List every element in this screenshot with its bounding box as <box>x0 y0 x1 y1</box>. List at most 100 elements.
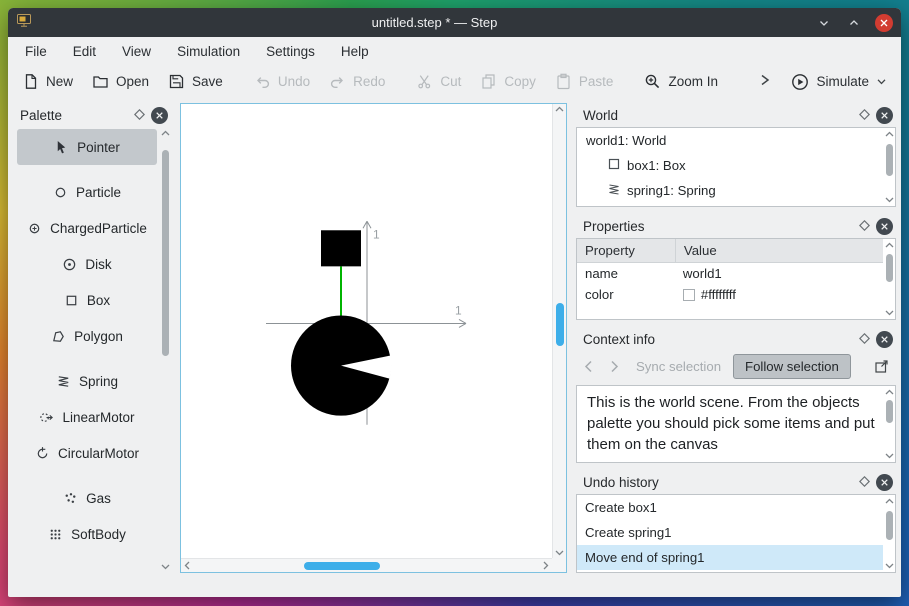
maximize-button[interactable] <box>845 14 863 32</box>
palette-float-icon[interactable] <box>133 108 146 123</box>
palette-item-chargedparticle[interactable]: ChargedParticle <box>17 210 157 246</box>
properties-float-icon[interactable] <box>858 219 871 234</box>
palette-scrollbar[interactable] <box>159 127 171 573</box>
palette-scroll-thumb[interactable] <box>161 149 169 357</box>
scene-canvas[interactable]: 1 1 <box>181 104 552 558</box>
world-close-button[interactable] <box>876 106 893 124</box>
spring-icon <box>608 183 620 198</box>
canvas-horizontal-scrollbar[interactable] <box>181 558 552 572</box>
palette-item-polygon[interactable]: Polygon <box>17 318 157 354</box>
close-button[interactable] <box>875 13 893 32</box>
tree-item-box1[interactable]: box1: Box <box>577 153 883 178</box>
scroll-right-icon <box>543 561 549 570</box>
open-in-browser-icon[interactable] <box>870 355 892 377</box>
open-folder-icon <box>92 73 109 90</box>
gas-icon <box>63 491 78 506</box>
context-scrollbar[interactable] <box>883 386 895 462</box>
palette-panel-header: Palette <box>13 103 171 127</box>
menu-simulation[interactable]: Simulation <box>177 44 240 59</box>
paste-button[interactable]: Paste <box>555 73 613 90</box>
pointer-icon <box>54 140 69 155</box>
properties-scroll-thumb[interactable] <box>885 254 893 283</box>
context-float-icon[interactable] <box>858 332 871 347</box>
box-icon <box>608 158 620 173</box>
new-button[interactable]: New <box>22 73 73 90</box>
scroll-left-icon <box>184 561 190 570</box>
scroll-up-icon <box>161 130 169 136</box>
property-row-name[interactable]: name world1 <box>577 263 883 284</box>
titlebar[interactable]: untitled.step * — Step <box>8 8 901 37</box>
properties-table-header: Property Value <box>577 239 883 263</box>
palette-list: Pointer Particle ChargedParticle Disk Bo… <box>13 127 159 573</box>
menu-edit[interactable]: Edit <box>73 44 96 59</box>
undo-item-create-spring1[interactable]: Create spring1 <box>577 520 883 545</box>
palette-item-softbody[interactable]: SoftBody <box>17 516 157 552</box>
scroll-up-icon <box>885 389 893 395</box>
context-forward-button[interactable] <box>604 356 624 376</box>
tree-item-world1[interactable]: world1: World <box>577 128 883 153</box>
palette-close-button[interactable] <box>151 106 168 124</box>
cut-button[interactable]: Cut <box>416 73 461 90</box>
tree-item-spring1[interactable]: spring1: Spring <box>577 178 883 203</box>
undo-history-close-button[interactable] <box>876 473 893 491</box>
box1-object[interactable] <box>321 230 361 267</box>
window-title: untitled.step * — Step <box>371 15 498 30</box>
canvas-vertical-scrollbar[interactable] <box>552 104 566 558</box>
save-button[interactable]: Save <box>168 73 223 90</box>
minimize-button[interactable] <box>815 14 833 32</box>
palette-item-disk[interactable]: Disk <box>17 246 157 282</box>
context-back-button[interactable] <box>578 356 598 376</box>
menu-file[interactable]: File <box>25 44 47 59</box>
menu-view[interactable]: View <box>122 44 151 59</box>
simulate-dropdown-chevron-icon[interactable] <box>876 76 887 87</box>
simulate-button-label: Simulate <box>816 74 869 89</box>
palette-item-gas[interactable]: Gas <box>17 480 157 516</box>
world-scrollbar[interactable] <box>883 128 895 206</box>
world-panel-title: World <box>583 107 619 123</box>
palette-item-linearmotor[interactable]: LinearMotor <box>17 399 157 435</box>
undo-history-float-icon[interactable] <box>858 475 871 490</box>
scroll-down-icon <box>161 564 169 570</box>
undo-item-create-box1[interactable]: Create box1 <box>577 495 883 520</box>
properties-close-button[interactable] <box>876 217 893 235</box>
toolbar-overflow-button[interactable] <box>758 72 772 91</box>
column-header-property[interactable]: Property <box>577 239 675 262</box>
world-float-icon[interactable] <box>858 108 871 123</box>
palette-item-circularmotor[interactable]: CircularMotor <box>17 435 157 471</box>
properties-scrollbar[interactable] <box>883 239 895 319</box>
scroll-up-icon <box>555 106 564 112</box>
undo-item-move-end-of-spring1[interactable]: Move end of spring1 <box>577 545 883 570</box>
palette-item-spring[interactable]: Spring <box>17 363 157 399</box>
undo-history-list: Create box1 Create spring1 Move end of s… <box>577 495 883 572</box>
properties-panel-title: Properties <box>583 218 645 234</box>
redo-button[interactable]: Redo <box>329 73 385 90</box>
palette-item-weightforce[interactable]: WeightF <box>17 561 157 574</box>
palette-item-box[interactable]: Box <box>17 282 157 318</box>
undo-history-scrollbar[interactable] <box>883 495 895 572</box>
column-header-value[interactable]: Value <box>674 239 883 262</box>
redo-button-label: Redo <box>353 74 386 89</box>
palette-item-pointer[interactable]: Pointer <box>17 129 157 165</box>
palette-item-particle[interactable]: Particle <box>17 174 157 210</box>
world-scroll-thumb[interactable] <box>885 144 893 176</box>
sync-selection-button[interactable]: Sync selection <box>630 359 727 374</box>
follow-selection-button[interactable]: Follow selection <box>733 353 851 379</box>
undo-history-scroll-thumb[interactable] <box>885 511 893 541</box>
context-info-panel: Context info Sync selection Follow selec… <box>576 327 896 463</box>
copy-icon <box>480 73 497 90</box>
disk-object[interactable] <box>291 315 392 416</box>
zoom-in-button[interactable]: Zoom In <box>644 73 718 90</box>
context-scroll-thumb[interactable] <box>885 400 893 423</box>
copy-button[interactable]: Copy <box>480 73 536 90</box>
scroll-up-icon <box>885 242 893 248</box>
open-button[interactable]: Open <box>92 73 149 90</box>
canvas-vscroll-thumb[interactable] <box>555 302 564 347</box>
context-close-button[interactable] <box>876 330 893 348</box>
property-row-color[interactable]: color #ffffffff <box>577 284 883 305</box>
simulate-button[interactable]: Simulate <box>791 73 887 91</box>
canvas-hscroll-thumb[interactable] <box>303 561 381 570</box>
menu-settings[interactable]: Settings <box>266 44 315 59</box>
app-icon <box>16 12 32 33</box>
menu-help[interactable]: Help <box>341 44 369 59</box>
undo-button[interactable]: Undo <box>254 73 310 90</box>
